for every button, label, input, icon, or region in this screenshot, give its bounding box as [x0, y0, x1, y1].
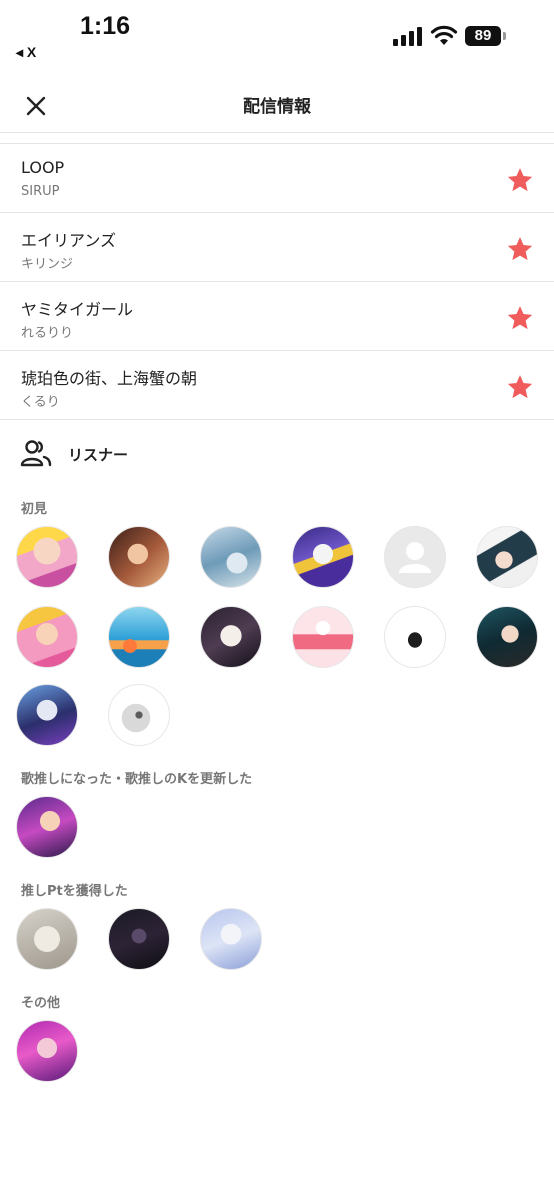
song-title: エイリアンズ	[21, 231, 117, 250]
listener-avatar[interactable]	[108, 684, 170, 746]
header-bar: 配信情報	[0, 70, 554, 133]
song-artist: くるり	[21, 395, 60, 410]
listener-avatar[interactable]	[200, 606, 262, 668]
section-label-first-time: 初見	[21, 502, 48, 517]
song-artist: SIRUP	[21, 184, 60, 199]
song-title: 琥珀色の街、上海蟹の朝	[21, 369, 198, 388]
listener-avatar[interactable]	[16, 526, 78, 588]
listener-avatar[interactable]	[200, 908, 262, 970]
section-label-other: その他	[21, 996, 61, 1011]
cellular-signal-icon	[393, 27, 422, 46]
listener-avatar[interactable]	[16, 908, 78, 970]
song-artist: キリンジ	[21, 257, 74, 272]
star-icon[interactable]	[506, 235, 534, 263]
listener-avatar[interactable]	[476, 526, 538, 588]
listener-avatar-default[interactable]	[384, 526, 446, 588]
listener-avatar[interactable]	[292, 606, 354, 668]
listener-avatar[interactable]	[292, 526, 354, 588]
status-bar: 1:16 ◂ X 89	[0, 0, 554, 70]
listener-avatar[interactable]	[16, 796, 78, 858]
listener-avatar[interactable]	[384, 606, 446, 668]
listener-avatar[interactable]	[476, 606, 538, 668]
song-list: LOOP SIRUP エイリアンズ キリンジ ヤミタイガール れるりり 琥珀色の…	[0, 143, 554, 420]
listener-avatar[interactable]	[108, 908, 170, 970]
listener-avatar[interactable]	[16, 684, 78, 746]
song-title: LOOP	[21, 158, 65, 177]
wifi-icon	[430, 25, 458, 45]
listener-avatar[interactable]	[16, 1020, 78, 1082]
listener-avatar[interactable]	[16, 606, 78, 668]
battery-tip	[503, 32, 506, 40]
star-icon[interactable]	[506, 373, 534, 401]
status-time: 1:16	[80, 12, 131, 40]
listener-avatar[interactable]	[200, 526, 262, 588]
listener-label: リスナー	[68, 446, 129, 464]
person-placeholder-icon	[399, 542, 431, 573]
song-item[interactable]: ヤミタイガール れるりり	[0, 282, 554, 351]
listener-avatar[interactable]	[108, 526, 170, 588]
song-item[interactable]: LOOP SIRUP	[0, 144, 554, 213]
battery-icon: 89	[465, 26, 501, 46]
song-item[interactable]: 琥珀色の街、上海蟹の朝 くるり	[0, 351, 554, 420]
section-label-oshi-pt: 推しPtを獲得した	[21, 884, 128, 899]
song-title: ヤミタイガール	[21, 300, 134, 319]
listener-avatar[interactable]	[108, 606, 170, 668]
star-icon[interactable]	[506, 304, 534, 332]
section-label-song-fan: 歌推しになった・歌推しのKを更新した	[21, 772, 253, 787]
listener-header: リスナー	[0, 430, 554, 474]
song-item[interactable]: エイリアンズ キリンジ	[0, 213, 554, 282]
back-to-app-link[interactable]: ◂ X	[16, 44, 36, 61]
song-artist: れるりり	[21, 326, 74, 341]
page-title: 配信情報	[243, 97, 311, 117]
star-icon[interactable]	[506, 166, 534, 194]
people-icon	[20, 440, 52, 467]
